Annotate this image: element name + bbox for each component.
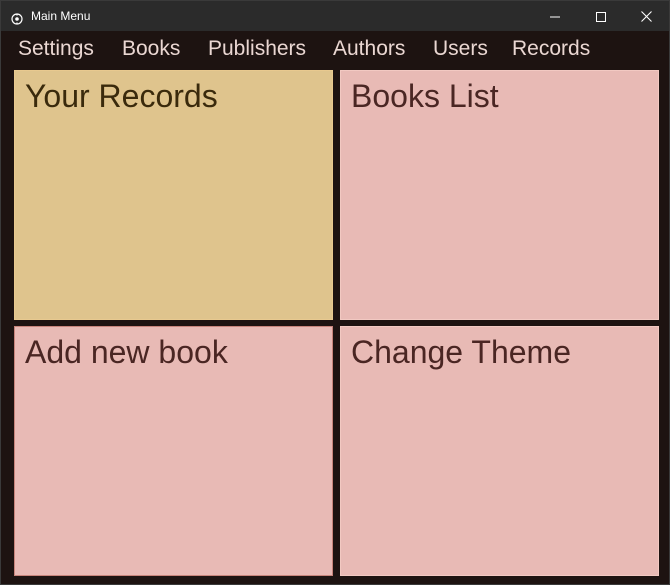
app-gear-icon <box>11 10 23 25</box>
menu-settings[interactable]: Settings <box>18 37 94 61</box>
add-new-book-tile[interactable]: Add new book <box>14 326 333 576</box>
menu-authors[interactable]: Authors <box>333 37 405 61</box>
your-records-tile[interactable]: Your Records <box>14 70 333 320</box>
maximize-button[interactable] <box>578 1 624 31</box>
title-bar[interactable]: Main Menu <box>1 1 669 31</box>
books-list-tile[interactable]: Books List <box>340 70 659 320</box>
window-title: Main Menu <box>31 9 91 23</box>
menu-users[interactable]: Users <box>433 37 488 61</box>
minimize-button[interactable] <box>532 1 578 31</box>
change-theme-tile[interactable]: Change Theme <box>340 326 659 576</box>
menu-bar: Settings Books Publishers Authors Users … <box>1 31 669 67</box>
change-theme-label: Change Theme <box>351 334 571 370</box>
books-list-label: Books List <box>351 78 499 114</box>
minimize-icon <box>550 7 560 26</box>
menu-books[interactable]: Books <box>122 37 180 61</box>
close-icon <box>640 7 652 26</box>
add-new-book-label: Add new book <box>25 334 228 370</box>
menu-records[interactable]: Records <box>512 37 590 61</box>
menu-publishers[interactable]: Publishers <box>208 37 306 61</box>
your-records-label: Your Records <box>25 78 218 114</box>
maximize-icon <box>596 7 606 26</box>
main-menu-window: Main Menu Settings Books Publishers Auth… <box>0 0 670 585</box>
close-button[interactable] <box>623 1 669 31</box>
